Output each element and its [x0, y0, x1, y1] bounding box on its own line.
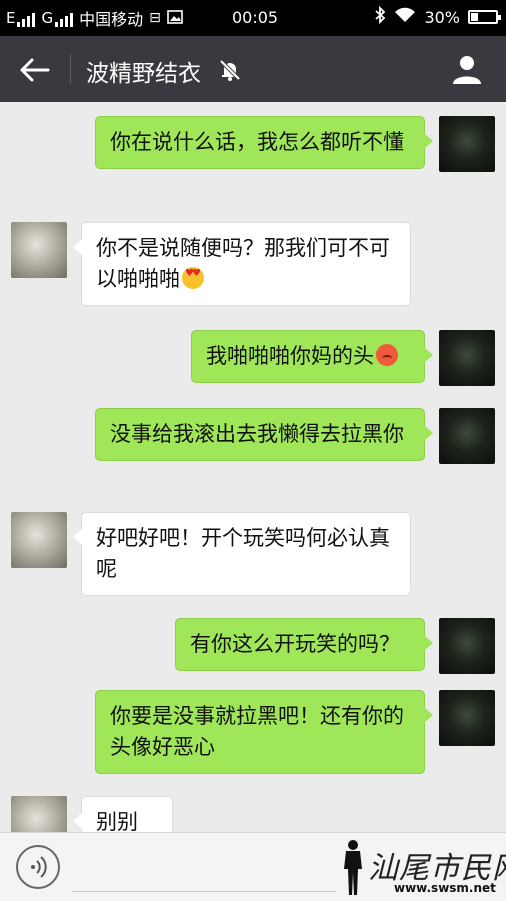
carrier-label: 中国移动 [79, 10, 144, 29]
message-bubble-received[interactable]: 别别别 [73, 796, 173, 832]
title-divider [70, 54, 71, 84]
status-time: 00:05 [232, 8, 279, 27]
message-bubble-sent[interactable]: 我啪啪啪你妈的头 [191, 330, 433, 383]
battery-icon [468, 10, 501, 24]
message-text: 好吧好吧！开个玩笑吗何必认真呢 [96, 526, 390, 581]
chat-area[interactable]: 你在说什么话，我怎么都听不懂 你不是说随便吗？那我们可不可以啪啪啪 我啪啪啪你妈… [0, 102, 506, 832]
watermark-url: www.swsm.net [394, 881, 496, 895]
status-bar: E G 中国移动 ⊟ 00:05 30% [0, 0, 506, 36]
input-bar: 汕尾市民网 www.swsm.net [0, 832, 506, 901]
my-avatar[interactable] [439, 690, 495, 746]
message-input[interactable] [72, 843, 336, 892]
signal-g-icon: G [41, 9, 74, 27]
battery-percent: 30% [424, 7, 460, 27]
person-icon [453, 56, 481, 84]
heart-eyes-emoji [182, 267, 204, 289]
message-bubble-received[interactable]: 好吧好吧！开个玩笑吗何必认真呢 [73, 512, 411, 596]
wifi-icon [394, 6, 416, 28]
my-avatar[interactable] [439, 116, 495, 172]
status-left: E G 中国移动 ⊟ [0, 6, 183, 30]
message-text: 你在说什么话，我怎么都听不懂 [110, 130, 404, 154]
chat-title: 波精野结衣 [86, 61, 201, 87]
hd-icon: ⊟ [149, 10, 161, 26]
message-text: 没事给我滚出去我懒得去拉黑你 [110, 422, 404, 446]
bell-off-icon [218, 58, 242, 82]
message-bubble-received[interactable]: 你不是说随便吗？那我们可不可以啪啪啪 [73, 222, 411, 306]
contact-avatar[interactable] [11, 512, 67, 568]
silhouette-figure-icon [344, 840, 362, 895]
title-bar: 波精野结衣 [0, 36, 506, 102]
bluetooth-icon [374, 5, 386, 28]
profile-button[interactable] [450, 52, 484, 86]
message-bubble-sent[interactable]: 你在说什么话，我怎么都听不懂 [95, 116, 433, 169]
watermark: 汕尾市民网 www.swsm.net [338, 837, 506, 899]
status-right: 30% [374, 5, 501, 28]
voice-button[interactable] [16, 845, 60, 889]
message-text: 你不是说随便吗？那我们可不可以啪啪啪 [96, 236, 390, 291]
back-button[interactable] [18, 56, 52, 84]
voice-wave-icon [31, 856, 47, 878]
contact-avatar[interactable] [11, 796, 67, 832]
my-avatar[interactable] [439, 330, 495, 386]
message-text: 有你这么开玩笑的吗？ [190, 632, 400, 656]
message-text: 我啪啪啪你妈的头 [206, 344, 374, 368]
message-bubble-sent[interactable]: 你要是没事就拉黑吧！还有你的头像好恶心 [95, 690, 433, 774]
contact-avatar[interactable] [11, 222, 67, 278]
signal-e-icon: E [6, 9, 36, 27]
my-avatar[interactable] [439, 618, 495, 674]
image-icon [167, 9, 183, 28]
arrow-left-icon [20, 58, 50, 82]
message-text: 别别别 [96, 810, 138, 832]
message-text: 你要是没事就拉黑吧！还有你的头像好恶心 [110, 704, 404, 759]
message-bubble-sent[interactable]: 有你这么开玩笑的吗？ [175, 618, 433, 671]
angry-face-emoji [376, 344, 398, 366]
message-bubble-sent[interactable]: 没事给我滚出去我懒得去拉黑你 [95, 408, 433, 461]
my-avatar[interactable] [439, 408, 495, 464]
